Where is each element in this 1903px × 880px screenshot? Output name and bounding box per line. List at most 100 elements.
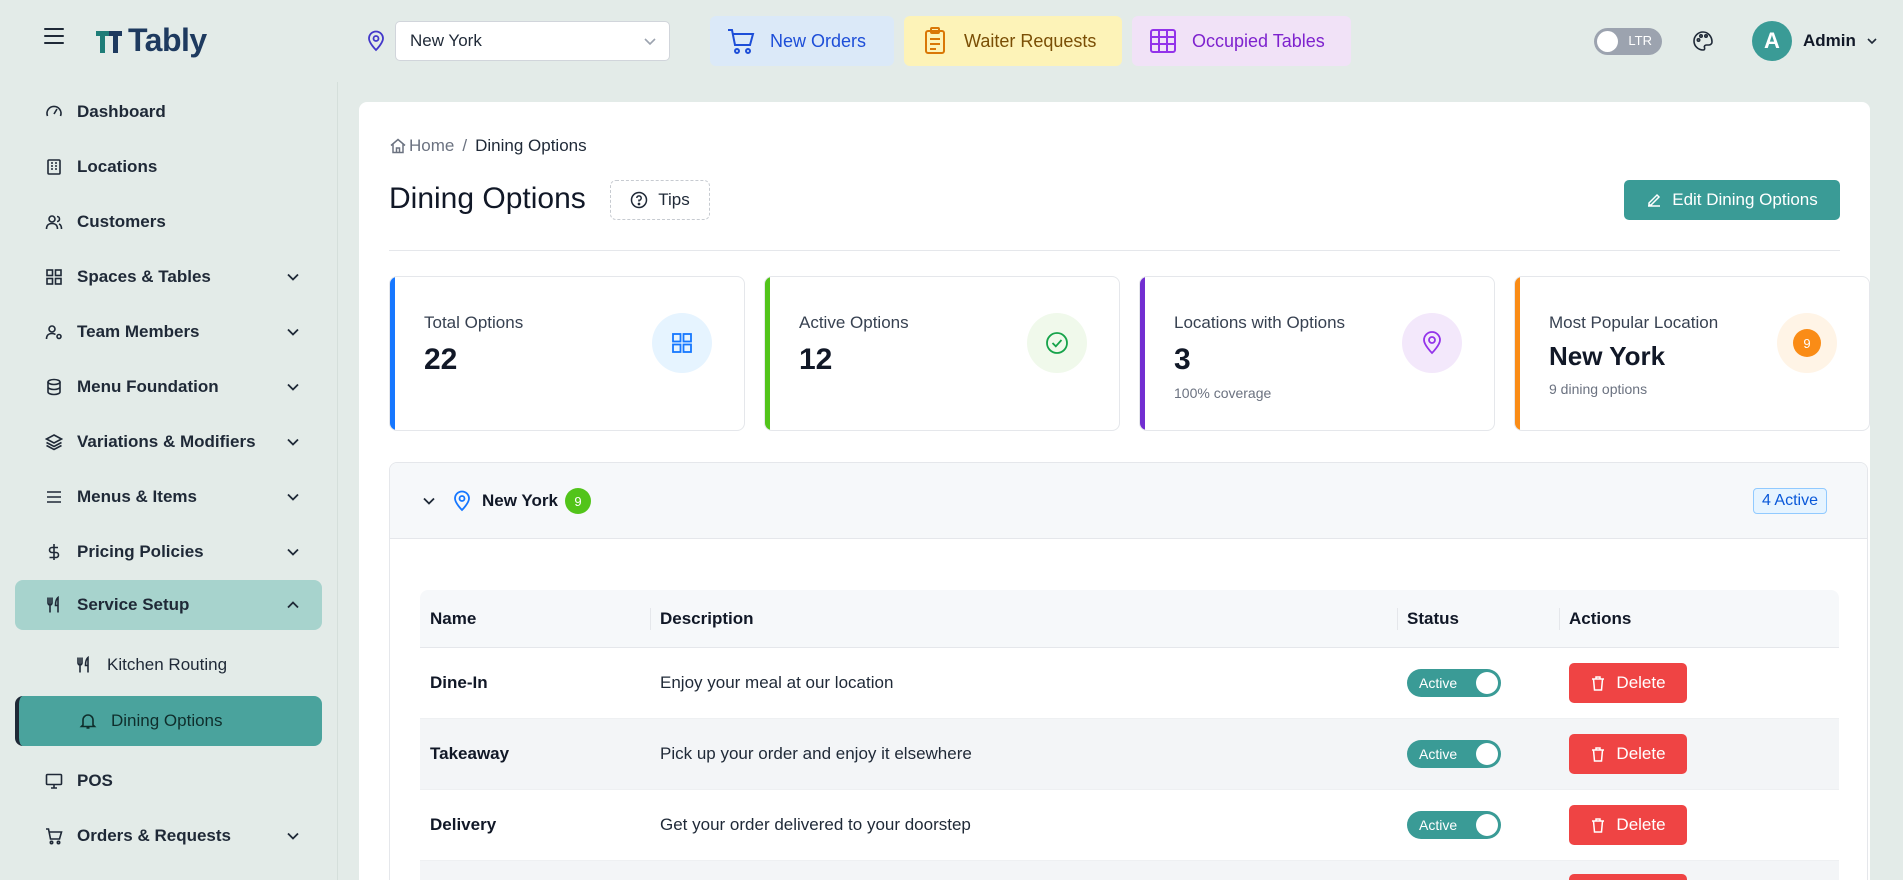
table-grid-icon <box>1150 29 1176 53</box>
chevron-down-icon[interactable] <box>1866 35 1878 47</box>
delete-button[interactable]: Delete <box>1569 663 1687 703</box>
stat-label: Total Options <box>424 313 524 332</box>
sidebar-item-orders-requests[interactable]: Orders & Requests <box>15 811 322 861</box>
location-pin-icon <box>1423 331 1441 355</box>
status-toggle[interactable]: Active <box>1407 811 1501 839</box>
bell-icon <box>79 714 97 729</box>
option-name <box>420 861 650 880</box>
tips-button[interactable]: Tips <box>610 180 710 220</box>
building-icon <box>47 159 61 175</box>
chevron-down-icon[interactable] <box>422 494 436 508</box>
sidebar-item-customers[interactable]: Customers <box>15 197 322 247</box>
stat-value: 3 <box>1174 343 1191 376</box>
app-logo[interactable]: Tably <box>94 22 207 59</box>
delete-button[interactable]: Delete <box>1569 734 1687 774</box>
option-description: Pick up your order and enjoy it elsewher… <box>660 744 972 763</box>
chevron-down-icon <box>644 38 656 46</box>
stat-card-active-options: Active Options 12 <box>764 276 1120 431</box>
option-description: Get your order delivered to your doorste… <box>660 815 971 834</box>
status-toggle[interactable]: Active <box>1407 740 1501 768</box>
delete-button[interactable]: Delete <box>1569 805 1687 845</box>
status-label: Active <box>1419 817 1458 833</box>
app-name: Tably <box>128 22 207 58</box>
option-name: Delivery <box>430 815 497 834</box>
stat-badge: 9 <box>1777 313 1837 373</box>
edit-dining-options-button[interactable]: Edit Dining Options <box>1624 180 1840 220</box>
stat-value: New York <box>1549 341 1666 371</box>
cart-icon <box>46 828 63 845</box>
sidebar-item-variations-modifiers[interactable]: Variations & Modifiers <box>15 417 322 467</box>
sidebar-item-pos[interactable]: POS <box>15 756 322 806</box>
trash-icon <box>1592 747 1605 762</box>
divider <box>389 250 1840 251</box>
main-content: Home / Dining Options Dining Options Tip… <box>359 102 1870 880</box>
new-orders-button[interactable]: New Orders <box>710 16 894 66</box>
question-circle-icon <box>631 191 648 209</box>
actions-cell: Delete <box>1559 719 1839 790</box>
palette-icon[interactable] <box>1692 30 1714 52</box>
avatar[interactable]: A <box>1752 21 1792 61</box>
sidebar-item-locations[interactable]: Locations <box>15 142 322 192</box>
toggle-knob <box>1476 814 1498 836</box>
sidebar-item-menus-items[interactable]: Menus & Items <box>15 472 322 522</box>
stat-badge <box>652 313 712 373</box>
stat-label: Most Popular Location <box>1549 313 1719 332</box>
table-row-partial <box>420 861 1839 880</box>
menu-icon[interactable] <box>44 28 64 46</box>
sidebar-item-spaces-tables[interactable]: Spaces & Tables <box>15 252 322 302</box>
option-name: Dine-In <box>430 673 488 692</box>
utensils-icon <box>47 596 59 613</box>
option-description <box>650 861 1397 880</box>
sidebar-item-label: Menu Foundation <box>77 377 219 396</box>
breadcrumb-current: Dining Options <box>475 136 587 155</box>
sidebar-item-label: Pricing Policies <box>77 542 204 561</box>
stat-accent-bar <box>765 277 770 430</box>
chevron-down-icon <box>287 832 299 840</box>
home-icon[interactable] <box>389 137 407 155</box>
breadcrumb-home[interactable]: Home <box>409 136 454 156</box>
actions-cell: Delete <box>1559 648 1839 719</box>
active-count-tag: 4 Active <box>1752 488 1827 514</box>
user-name[interactable]: Admin <box>1803 31 1856 51</box>
dollar-icon <box>48 544 60 560</box>
toggle-knob <box>1476 672 1498 694</box>
occupied-tables-button[interactable]: Occupied Tables <box>1132 16 1351 66</box>
delete-label: Delete <box>1616 744 1666 763</box>
status-toggle[interactable]: Active <box>1407 669 1501 697</box>
column-header-description: Description <box>650 590 1397 648</box>
sidebar-item-label: Customers <box>77 212 166 231</box>
sidebar-item-label: Menus & Items <box>77 487 197 506</box>
toggle-knob <box>1476 743 1498 765</box>
layers-icon <box>45 434 63 451</box>
group-header[interactable]: New York 9 4 Active <box>390 463 1867 539</box>
direction-toggle[interactable]: LTR <box>1594 28 1662 55</box>
sidebar-item-pricing-policies[interactable]: Pricing Policies <box>15 527 322 577</box>
database-icon <box>47 378 61 396</box>
table-header: Name Description Status Actions <box>420 590 1839 648</box>
occupied-tables-label: Occupied Tables <box>1192 30 1325 51</box>
sidebar-item-dashboard[interactable]: Dashboard <box>15 87 322 137</box>
sidebar-item-service-setup[interactable]: Service Setup <box>15 580 322 630</box>
stat-value: 22 <box>424 343 458 376</box>
popular-count-badge: 9 <box>1793 329 1821 357</box>
delete-button[interactable] <box>1569 873 1687 880</box>
utensils-icon <box>77 656 89 673</box>
sidebar-item-team-members[interactable]: Team Members <box>15 307 322 357</box>
sidebar-item-dining-options[interactable]: Dining Options <box>15 696 322 746</box>
grid-icon <box>672 333 692 353</box>
stat-badge <box>1027 313 1087 373</box>
location-select[interactable]: New York <box>395 21 670 61</box>
trash-icon <box>1592 676 1605 691</box>
top-bar: Tably New York New Orders Waiter Request… <box>0 0 1903 82</box>
waiter-requests-button[interactable]: Waiter Requests <box>904 16 1122 66</box>
sidebar-item-label: Orders & Requests <box>77 826 231 845</box>
stat-card-locations-with-options: Locations with Options 3 100% coverage <box>1139 276 1495 431</box>
breadcrumb: Home / Dining Options <box>389 136 587 156</box>
sidebar-item-label: Service Setup <box>77 595 190 614</box>
stat-badge <box>1402 313 1462 373</box>
stat-value: 12 <box>799 343 833 376</box>
sidebar-item-label: Variations & Modifiers <box>77 432 256 451</box>
sidebar-item-kitchen-routing[interactable]: Kitchen Routing <box>15 640 322 690</box>
sidebar: Dashboard Locations Customers Spaces & T… <box>0 82 338 880</box>
sidebar-item-menu-foundation[interactable]: Menu Foundation <box>15 362 322 412</box>
